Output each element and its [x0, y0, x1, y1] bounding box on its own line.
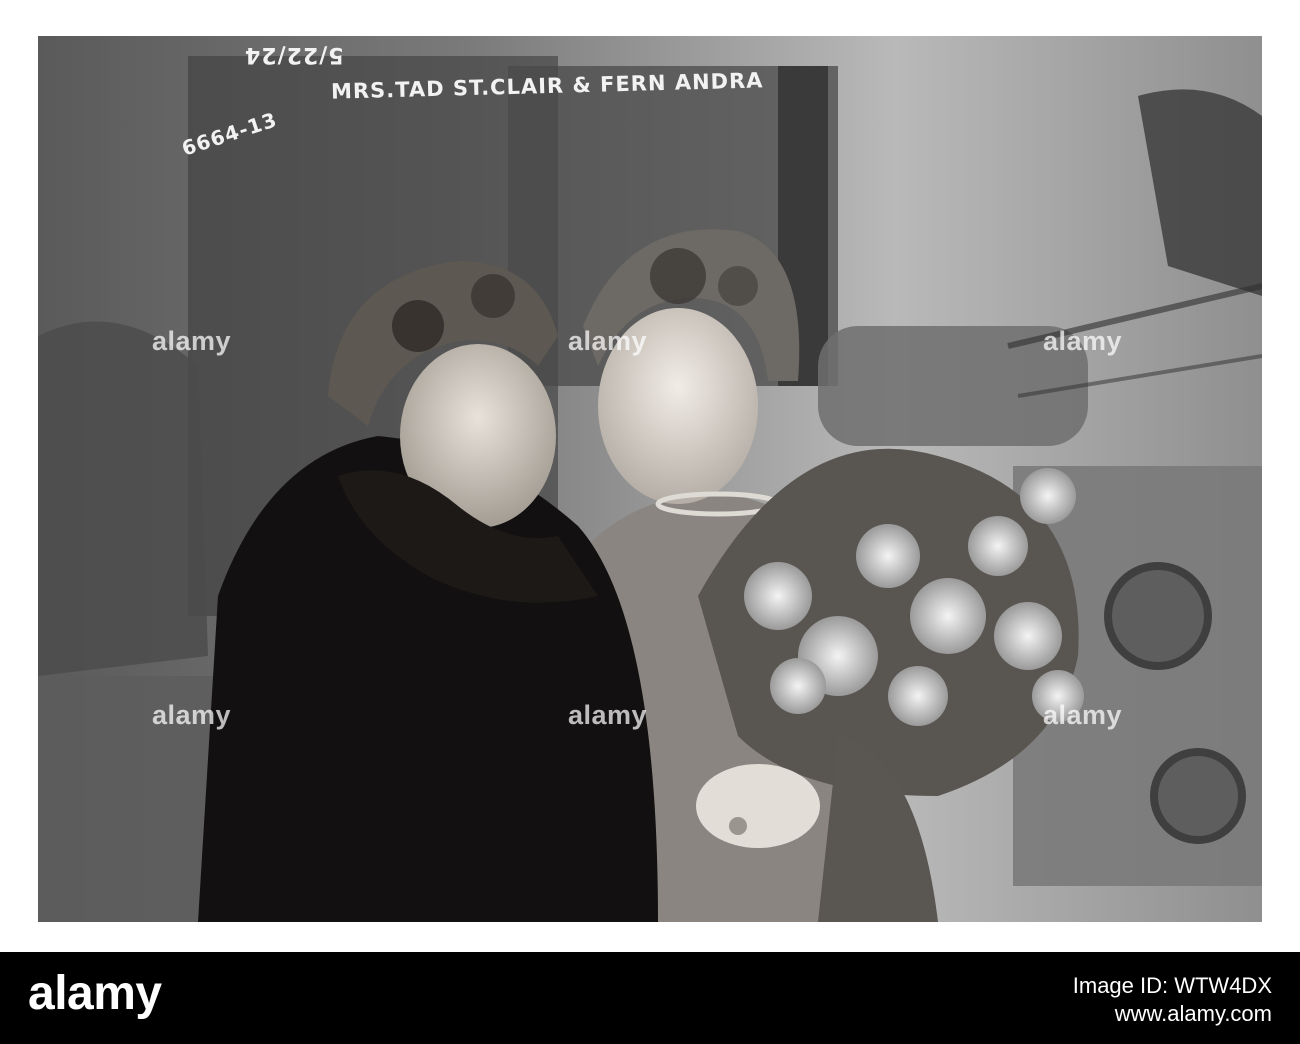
photo-scene — [38, 36, 1262, 922]
watermark: alamy — [152, 700, 232, 730]
watermark: alamy — [1043, 700, 1123, 730]
image-id-label: Image ID: WTW4DX — [1072, 973, 1272, 998]
watermark: alamy — [568, 326, 648, 356]
ring — [729, 817, 747, 835]
photo-date-note: 5/22/24 — [244, 42, 344, 67]
footer-bar: alamy Image ID: WTW4DX www.alamy.com — [0, 952, 1300, 1044]
porthole — [1150, 748, 1246, 844]
brand-logo[interactable]: alamy — [28, 966, 162, 1021]
photograph: MRS.TAD ST.CLAIR & FERN ANDRA 5/22/24 66… — [38, 36, 1262, 922]
porthole — [1104, 562, 1212, 670]
site-url[interactable]: www.alamy.com — [1073, 1000, 1272, 1028]
watermark: alamy — [152, 326, 232, 356]
right-woman-hand — [696, 764, 820, 848]
ship-ventilator — [38, 321, 208, 676]
watermark: alamy — [1043, 326, 1123, 356]
image-id-block: Image ID: WTW4DX www.alamy.com — [1073, 972, 1272, 1028]
watermark: alamy — [568, 700, 648, 730]
